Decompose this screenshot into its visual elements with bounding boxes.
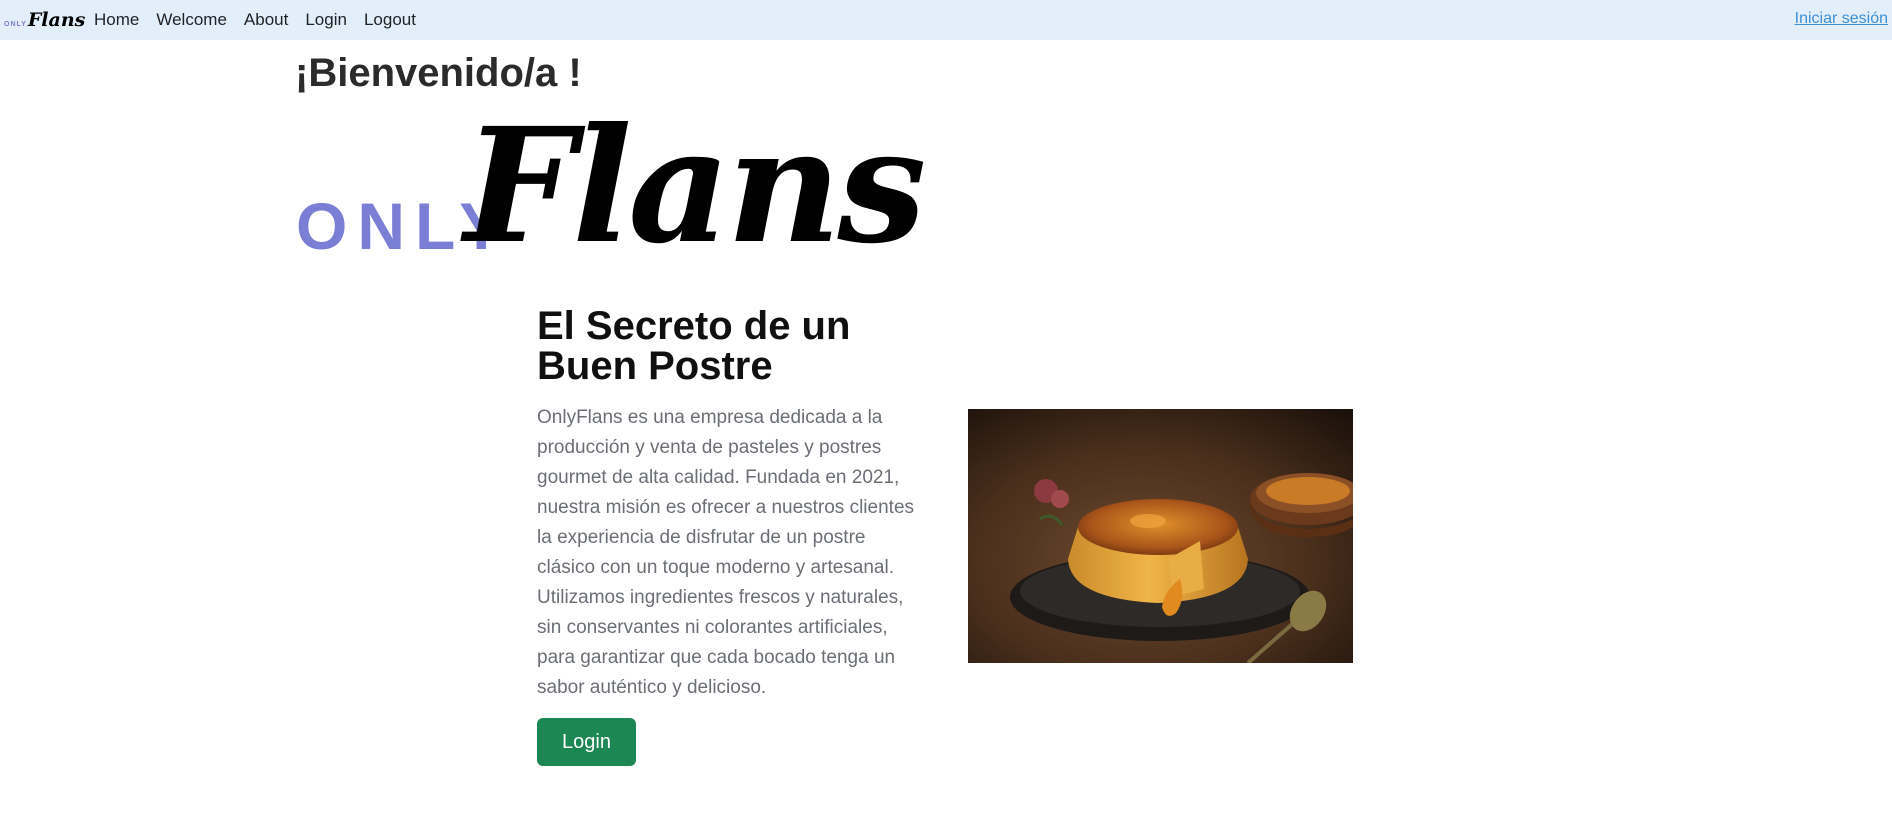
nav-link-home[interactable]: Home: [94, 10, 139, 30]
nav-link-welcome[interactable]: Welcome: [156, 10, 227, 30]
nav-link-logout[interactable]: Logout: [364, 10, 416, 30]
brand-only-text: ONLY: [4, 20, 27, 28]
welcome-heading: ¡Bienvenido/a !: [295, 51, 582, 95]
nav-link-about[interactable]: About: [244, 10, 288, 30]
description-paragraph: OnlyFlans es una empresa dedicada a la p…: [537, 407, 915, 698]
navbar: ONLY Flans Home Welcome About Login Logo…: [0, 0, 1892, 40]
login-button[interactable]: Login: [537, 718, 636, 766]
iniciar-sesion-link[interactable]: Iniciar sesión: [1795, 10, 1888, 28]
brand-flans-text: Flans: [27, 9, 86, 31]
logo-flans-text: Flans: [464, 94, 926, 279]
brand-logo[interactable]: ONLY Flans: [4, 9, 85, 31]
flan-photo: [968, 409, 1353, 663]
onlyflans-logo: ONLY Flans: [296, 94, 952, 283]
section-heading: El Secreto de un Buen Postre: [537, 304, 851, 388]
flan-photo-illustration: [968, 409, 1353, 663]
nav-links: Home Welcome About Login Logout: [94, 0, 433, 40]
nav-link-login[interactable]: Login: [305, 10, 347, 30]
